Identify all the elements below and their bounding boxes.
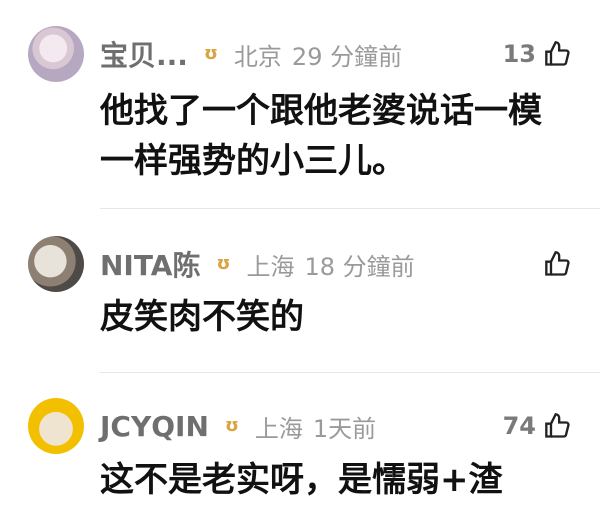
like-button[interactable]: 74 xyxy=(503,412,572,440)
like-button[interactable] xyxy=(544,250,572,278)
comment-text-line: 他找了一个跟他老婆说话一模 xyxy=(100,91,542,131)
timestamp: 29 分鐘前 xyxy=(291,42,403,71)
location: 上海 xyxy=(254,414,303,443)
divider xyxy=(100,372,600,373)
vip-badge-icon: ʊ xyxy=(224,415,239,436)
comment-text-line: 这不是老实呀，是懦弱+渣 xyxy=(100,460,503,500)
comment-header: JCYQIN ʊ 上海 1天前 74 xyxy=(100,410,572,443)
avatar[interactable] xyxy=(28,398,84,454)
comment-text-line: 皮笑肉不笑的 xyxy=(100,297,304,337)
location: 北京 xyxy=(233,42,282,71)
comment-header: 宝贝... ʊ 北京 29 分鐘前 13 xyxy=(100,38,572,72)
username[interactable]: NITA陈 xyxy=(100,244,200,284)
username[interactable]: JCYQIN xyxy=(100,410,209,443)
timestamp: 18 分鐘前 xyxy=(304,252,415,281)
divider xyxy=(100,208,600,209)
like-count: 13 xyxy=(502,40,536,68)
thumb-up-icon xyxy=(545,41,570,66)
timestamp: 1天前 xyxy=(312,414,377,443)
like-button[interactable]: 13 xyxy=(503,40,572,68)
thumb-up-icon xyxy=(545,413,570,438)
thumb-up-icon xyxy=(545,251,570,276)
comment-text-line: 一样强势的小三儿。 xyxy=(100,141,406,181)
avatar[interactable] xyxy=(28,236,84,292)
location: 上海 xyxy=(246,252,295,281)
comment-text: 他找了一个跟他老婆说话一模 一样强势的小三儿。 xyxy=(100,86,572,186)
avatar[interactable] xyxy=(28,26,84,82)
vip-badge-icon: ʊ xyxy=(216,253,231,274)
comment-text: 这不是老实呀，是懦弱+渣 xyxy=(100,455,572,505)
like-count: 74 xyxy=(502,412,536,440)
comment-text: 皮笑肉不笑的 xyxy=(100,292,572,342)
vip-badge-icon: ʊ xyxy=(203,43,218,64)
username[interactable]: 宝贝... xyxy=(100,34,188,74)
comment-header: NITA陈 ʊ 上海 18 分鐘前 xyxy=(100,248,572,282)
